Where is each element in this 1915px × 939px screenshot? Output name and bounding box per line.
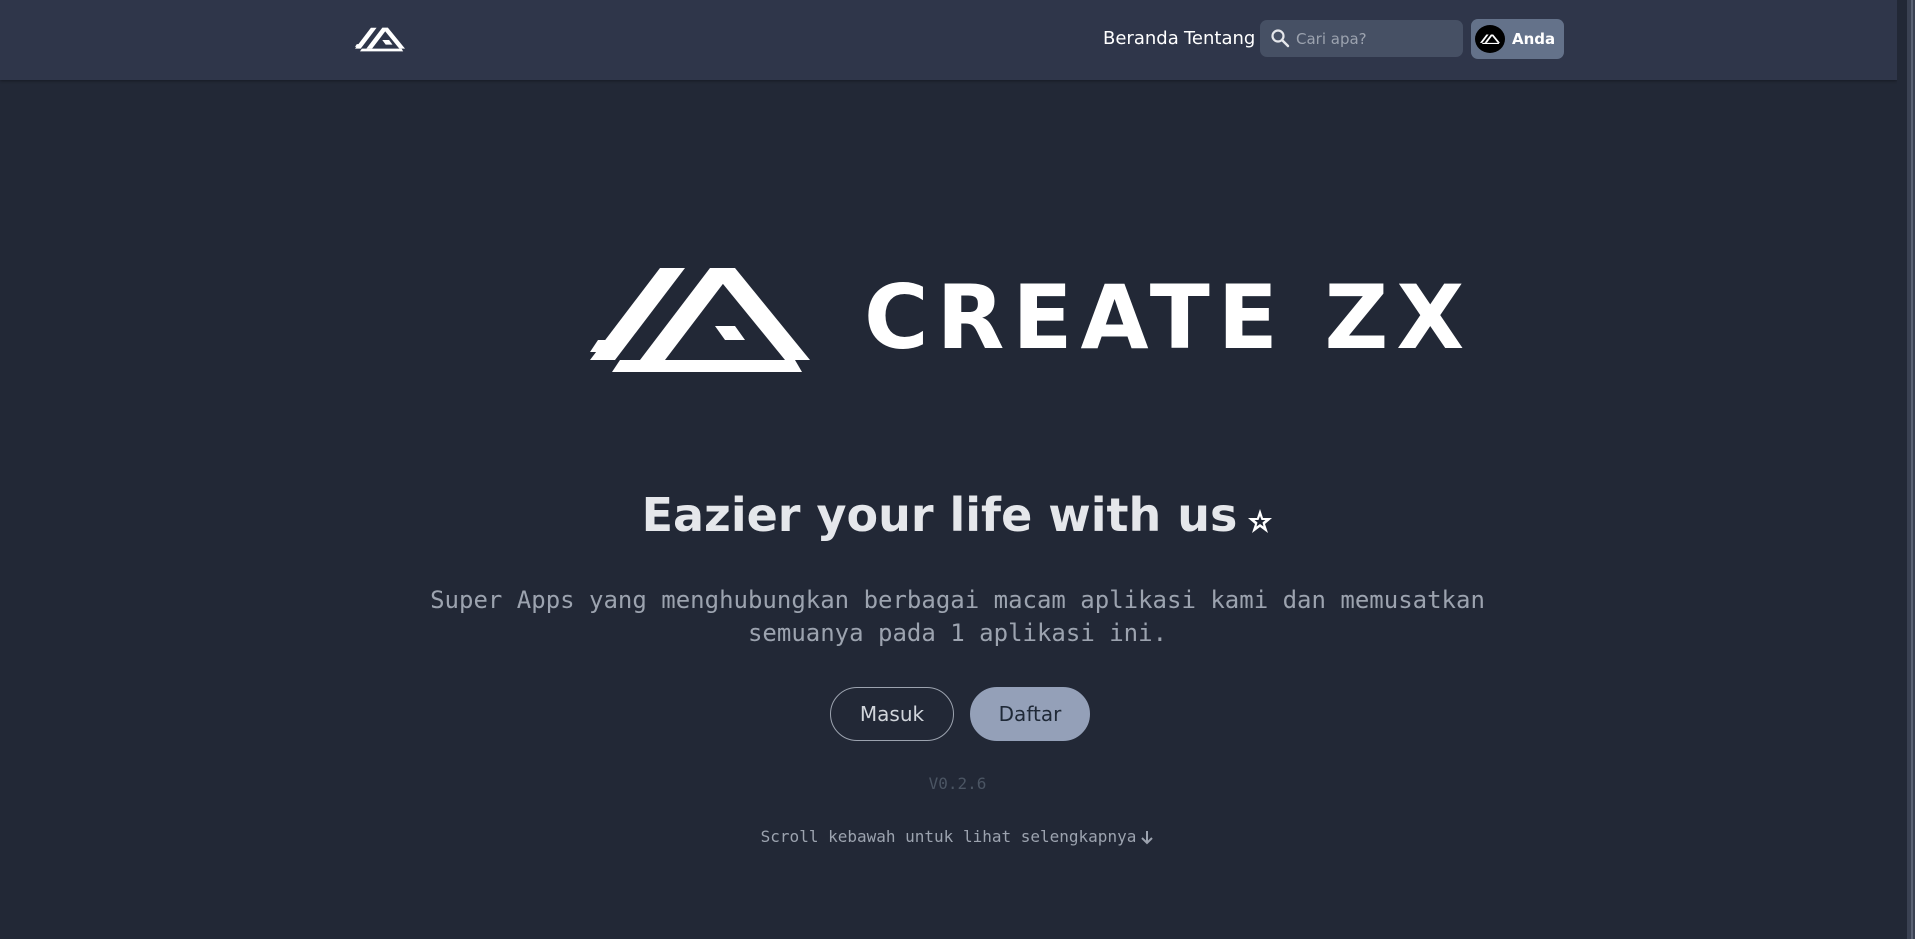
create-zx-logo-icon (590, 268, 810, 372)
avatar (1475, 25, 1505, 53)
search-icon (1271, 29, 1290, 48)
register-button[interactable]: Daftar (970, 687, 1090, 741)
scroll-hint: Scroll kebawah untuk lihat selengkapnya (0, 826, 1915, 848)
scroll-hint-text: Scroll kebawah untuk lihat selengkapnya (760, 827, 1137, 846)
hero-description: Super Apps yang menghubungkan berbagai m… (430, 586, 1485, 647)
landing-page: Beranda Tentang Anda (0, 0, 1915, 939)
create-zx-logo-icon[interactable] (355, 24, 405, 54)
login-button[interactable]: Masuk (830, 687, 954, 741)
sparkle-star-icon (1248, 509, 1273, 533)
nav-link-beranda[interactable]: Beranda (1103, 27, 1179, 51)
search-input[interactable] (1294, 20, 1459, 57)
version-label: V0.2.6 (928, 774, 987, 793)
search-box[interactable] (1260, 20, 1463, 57)
brand-wordmark: CREATE ZX (864, 266, 1473, 369)
hero-tagline: Eazier your life with us (641, 488, 1238, 542)
scrollbar-line (1911, 0, 1913, 939)
arrow-down-icon (1141, 831, 1154, 845)
user-label: Anda (1512, 30, 1556, 48)
tagline-row: Eazier your life with us (0, 486, 1915, 544)
user-menu-button[interactable]: Anda (1471, 19, 1564, 59)
nav-link-tentang[interactable]: Tentang (1184, 27, 1255, 51)
create-zx-logo-icon (1480, 34, 1500, 44)
top-navbar: Beranda Tentang Anda (0, 0, 1897, 80)
